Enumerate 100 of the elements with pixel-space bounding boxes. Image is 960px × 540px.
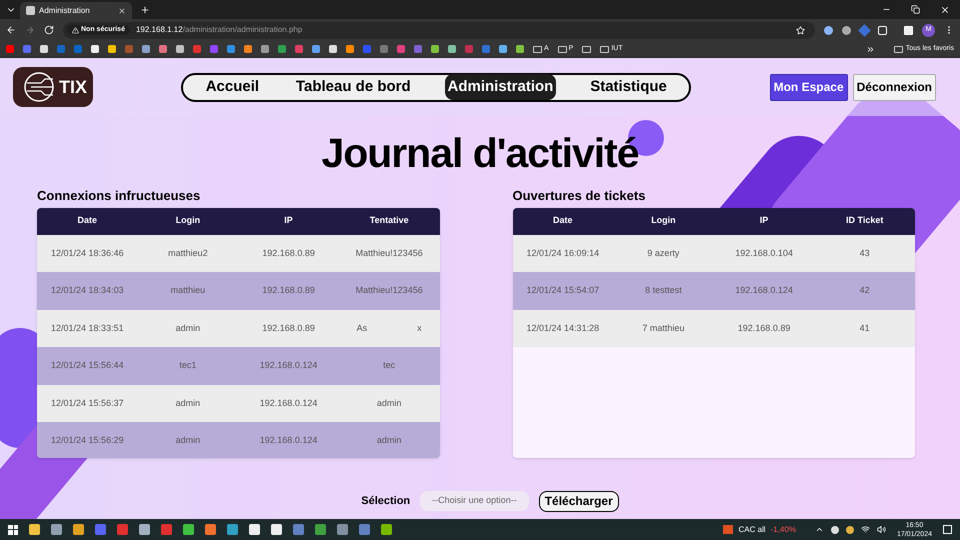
table-cell-text: Matthieu!123456 [354,246,424,260]
tray-expand-icon[interactable] [814,525,824,534]
taskbar-app-icon[interactable] [249,524,260,535]
taskbar-app-icon[interactable] [337,524,348,535]
bookmark-icon[interactable] [482,45,490,53]
nav-link[interactable]: Accueil [202,74,262,100]
bookmark-icon[interactable] [346,45,354,53]
url-host: 192.168.1.12/administration/administration.php [136,24,302,36]
bookmark-icon[interactable] [210,45,218,53]
table-cell-text: 43 [858,246,871,260]
bookmark-icon[interactable] [295,45,303,53]
bookmark-icon[interactable] [431,45,439,53]
bookmark-icon[interactable] [312,45,320,53]
bookmark-icon[interactable] [329,45,337,53]
back-icon[interactable] [6,25,16,35]
taskbar-app-icon[interactable] [359,524,370,535]
browser-tab[interactable]: Administration [20,2,132,19]
nav-link[interactable]: Statistique [587,74,670,100]
bookmark-icon[interactable] [57,45,65,53]
taskbar-app-icon[interactable] [271,524,282,535]
table-cell-text: admin [376,434,402,447]
bookmark-icon[interactable] [6,45,14,53]
taskbar-app-icon[interactable] [161,524,172,535]
taskbar-app-icon[interactable] [117,524,128,535]
nav-link[interactable]: Administration [444,74,556,100]
reload-icon[interactable] [44,25,54,35]
bookmark-icon[interactable] [176,45,184,53]
table-cell-text: 8 testtest [644,284,683,297]
close-window-icon[interactable] [940,4,950,14]
taskbar-app-icon[interactable] [51,524,62,535]
bookmark-icon[interactable] [74,45,82,53]
bookmark-icon[interactable] [193,45,201,53]
bookmark-icon[interactable] [261,45,269,53]
taskbar-app-icon[interactable] [95,524,106,535]
table-cell-text: 192.168.0.89 [736,322,792,334]
stock-name[interactable]: CAC all [738,524,766,536]
tab-title: Administration [39,4,91,16]
table-cell-text: 12/01/24 18:33:51 [50,322,125,334]
table-cell-text: admin [174,434,202,447]
table-cell-text: tec1 [178,359,198,372]
table-heading: Ouvertures de tickets [512,187,646,205]
table-cell-text: matthieu2 [167,246,209,260]
logo-text: TIX [58,76,87,98]
table-cell-text: 192.168.0.124 [258,434,318,447]
bookmark-icon[interactable] [23,45,31,53]
star-icon[interactable] [796,26,805,34]
taskbar-app-icon[interactable] [381,524,392,535]
restore-icon[interactable] [911,5,920,14]
bookmark-icon[interactable] [278,45,286,53]
logout-button[interactable]: Déconnexion [852,74,936,100]
download-button[interactable]: Télécharger [538,490,619,512]
logo[interactable]: TIX [13,67,93,107]
network-icon[interactable] [860,525,870,534]
table-cell-text: 192.168.0.89 [261,322,316,334]
column-header: Login [650,214,677,228]
taskbar-app-icon[interactable] [29,524,40,535]
taskbar-app-icon[interactable] [205,524,216,535]
table-cell-text: 7 matthieu [641,322,686,334]
bookmark-icon[interactable] [108,45,116,53]
new-tab-icon[interactable] [140,4,150,14]
extension-icon[interactable] [858,24,871,36]
table-cell-text: 41 [858,322,871,334]
my-space-button[interactable]: Mon Espace [770,74,848,100]
taskbar-app-icon[interactable] [293,524,304,535]
bookmark-icon[interactable] [91,45,99,53]
nav-link[interactable]: Tableau de bord [292,74,414,100]
table-cell-text: tec [382,359,396,372]
bookmark-icon[interactable] [244,45,252,53]
bookmark-icon[interactable] [499,45,507,53]
taskbar-app-icon[interactable] [227,524,238,535]
table-cell-text: As x [356,322,423,334]
option-select[interactable]: --Choisir une option-- [420,491,529,511]
bookmark-icon[interactable] [397,45,405,53]
table-cell-text: 12/01/24 18:36:46 [50,246,125,260]
table-cell-text: 12/01/24 16:09:14 [526,246,600,260]
taskbar-app-icon[interactable] [315,524,326,535]
more-bookmarks-icon[interactable] [866,44,875,54]
bookmark-icon[interactable] [448,45,456,53]
bookmark-icon[interactable] [142,45,150,53]
close-icon[interactable] [118,6,126,14]
bookmark-icon[interactable] [227,45,235,53]
bookmark-icon[interactable] [516,45,524,53]
table-cell-text: 192.168.0.89 [261,284,316,297]
table-cell-text: 12/01/24 15:54:07 [526,284,600,297]
bookmark-icon[interactable] [159,45,167,53]
bookmark-icon[interactable] [380,45,388,53]
taskbar-app-icon[interactable] [183,524,194,535]
bookmark-icon[interactable] [465,45,473,53]
bookmark-icon[interactable] [125,45,133,53]
forward-icon[interactable] [25,25,35,35]
taskbar-app-icon[interactable] [73,524,84,535]
bookmark-icon[interactable] [414,45,422,53]
bookmark-icon[interactable] [363,45,371,53]
selection-label: Sélection [361,494,410,509]
windows-icon[interactable] [8,524,18,534]
volume-icon[interactable] [876,525,886,534]
stock-change: -1,40% [770,524,796,536]
taskbar-app-icon[interactable] [139,524,150,535]
column-header: IP [283,214,294,228]
bookmark-icon[interactable] [40,45,48,53]
